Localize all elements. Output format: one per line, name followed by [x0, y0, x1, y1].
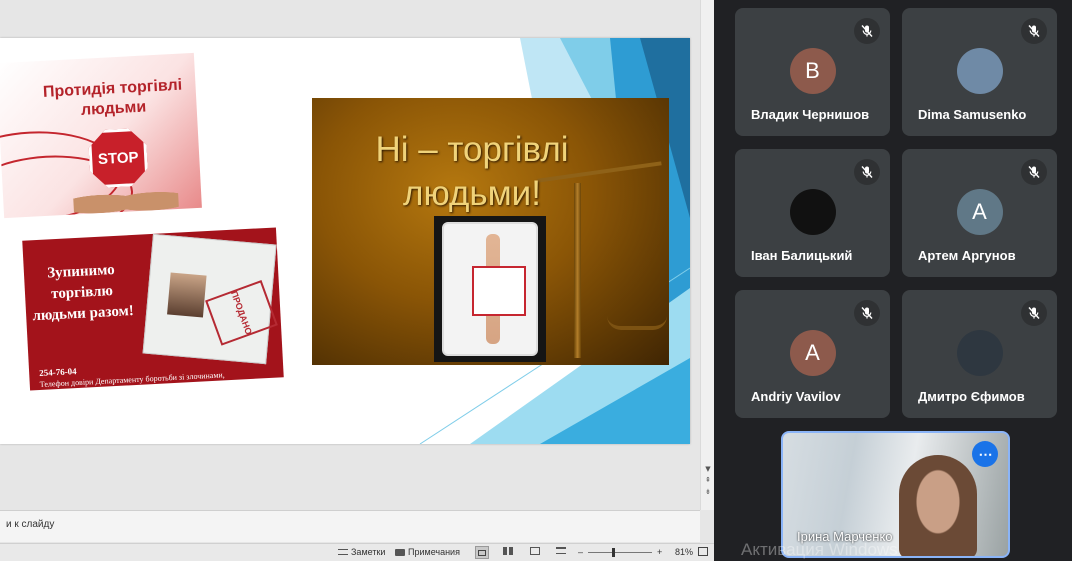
participant-tile[interactable]: Іван Балицький — [735, 149, 890, 277]
previous-slide-icon[interactable]: ⇞ — [703, 475, 713, 485]
participant-name: Артем Аргунов — [918, 248, 1016, 263]
center-poster: Ні – торгівлі людьми! — [312, 98, 669, 365]
self-view-tile[interactable]: ⋯ Ірина Марченко — [781, 431, 1010, 558]
comments-button[interactable]: Примечания — [395, 547, 460, 557]
more-options-button[interactable]: ⋯ — [972, 441, 998, 467]
hotline-number: 254-76-04 — [38, 366, 77, 379]
zoom-minus: – — [578, 547, 584, 557]
windows-activation-watermark: Активация Windows — [741, 540, 898, 559]
avatar: A — [789, 330, 836, 376]
zoom-slider-thumb[interactable] — [612, 548, 615, 557]
slideshow-icon — [556, 547, 566, 554]
scales-pan — [607, 316, 667, 330]
avatar-initial: В — [805, 58, 820, 83]
zoom-level[interactable]: 81% — [675, 547, 693, 557]
muted-mic-icon — [854, 159, 880, 185]
sold-stamp: ПРОДАНО — [205, 280, 278, 346]
participant-tile[interactable]: Dima Samusenko — [902, 8, 1057, 136]
muted-mic-icon — [1021, 159, 1047, 185]
muted-mic-icon — [1021, 300, 1047, 326]
card1-title: Протидія торгівлі людьми — [42, 76, 183, 119]
reading-view-icon — [530, 547, 540, 555]
scroll-down-icon[interactable]: ▼ — [703, 464, 713, 474]
notes-button[interactable]: Заметки — [338, 547, 385, 557]
self-video — [899, 455, 977, 556]
passport-photo — [167, 272, 207, 318]
avatar-initial: A — [805, 340, 820, 365]
participant-name: Dima Samusenko — [918, 107, 1027, 122]
stop-trafficking-poster: ПРОДАНО Зупинимо торгівлю людьми разом! … — [22, 227, 284, 391]
avatar-initial: А — [972, 199, 987, 224]
packaged-person-image — [434, 216, 546, 362]
muted-mic-icon — [854, 18, 880, 44]
package-label — [472, 266, 526, 316]
zoom-out-button[interactable]: – — [578, 547, 583, 557]
fit-window-icon — [698, 547, 708, 556]
participant-name: Andriy Vavilov — [751, 389, 841, 404]
notes-pane[interactable]: и к слайду — [0, 510, 700, 542]
participant-name: Владик Чернишов — [751, 107, 870, 122]
muted-mic-icon — [854, 300, 880, 326]
participant-tile[interactable]: Дмитро Єфимов — [902, 290, 1057, 418]
notes-label: Заметки — [351, 547, 386, 557]
passport-image: ПРОДАНО — [142, 233, 278, 365]
tray — [442, 222, 538, 356]
status-bar: Заметки Примечания – + 81% — [0, 543, 714, 561]
zoom-in-button[interactable]: + — [657, 547, 662, 557]
poster-title: Ні – торгівлі людьми! — [375, 130, 569, 213]
zoom-plus: + — [657, 547, 663, 557]
comments-label: Примечания — [408, 547, 460, 557]
participant-name: Іван Балицький — [751, 248, 853, 263]
participant-name: Дмитро Єфимов — [918, 389, 1025, 404]
avatar: А — [956, 189, 1003, 235]
avatar — [956, 48, 1003, 94]
card2-title: Зупинимо торгівлю людьми разом! — [32, 261, 135, 325]
participant-tile[interactable]: В Владик Чернишов — [735, 8, 890, 136]
normal-view-icon — [478, 549, 486, 556]
participant-tile[interactable]: A Andriy Vavilov — [735, 290, 890, 418]
stop-text: STOP — [97, 148, 139, 168]
normal-view-button[interactable] — [475, 546, 489, 559]
participant-tile[interactable]: А Артем Аргунов — [902, 149, 1057, 277]
reading-view-button[interactable] — [530, 547, 540, 555]
avatar — [789, 189, 836, 235]
slideshow-button[interactable] — [556, 547, 566, 554]
comment-icon — [395, 548, 405, 556]
muted-mic-icon — [1021, 18, 1047, 44]
avatar: В — [789, 48, 836, 94]
slide-sorter-button[interactable] — [503, 547, 513, 555]
zoom-slider[interactable] — [588, 548, 652, 557]
anti-trafficking-image: Протидія торгівлі людьми STOP — [0, 52, 202, 219]
next-slide-icon[interactable]: ⇟ — [703, 487, 713, 497]
notes-icon — [338, 549, 348, 555]
powerpoint-window: Протидія торгівлі людьми STOP ПРОДАНО Зу… — [0, 0, 714, 561]
fit-to-window-button[interactable] — [698, 547, 708, 556]
slide-sorter-icon — [503, 547, 513, 555]
vertical-scrollbar[interactable]: ▼ ⇞ ⇟ — [700, 0, 714, 510]
slide-canvas[interactable]: Протидія торгівлі людьми STOP ПРОДАНО Зу… — [0, 38, 690, 444]
notes-placeholder[interactable]: и к слайду — [6, 519, 54, 530]
avatar — [956, 330, 1003, 376]
more-options-icon: ⋯ — [978, 445, 993, 462]
